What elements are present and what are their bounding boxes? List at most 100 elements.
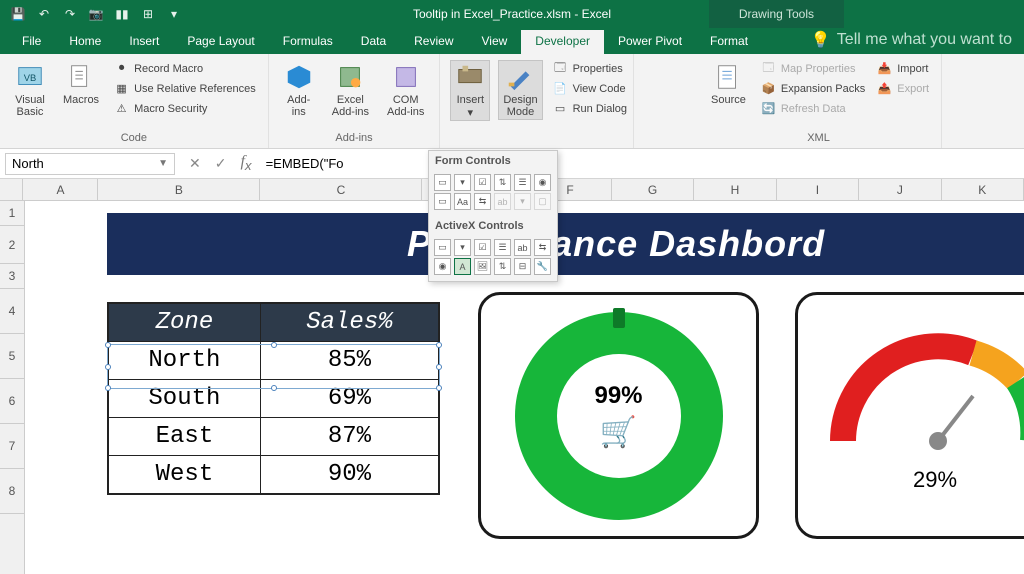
map-properties-button: 🗔Map Properties	[759, 60, 867, 77]
com-addins-label: COM Add-ins	[387, 94, 424, 118]
enter-formula-icon[interactable]: ✓	[215, 155, 227, 172]
ax-label-icon[interactable]: A	[454, 258, 471, 275]
selected-control-outline[interactable]	[107, 344, 440, 389]
insert-controls-button[interactable]: Insert▾	[450, 60, 490, 121]
form-option-icon[interactable]: ◉	[534, 174, 551, 191]
tab-format[interactable]: Format	[696, 30, 762, 54]
ax-checkbox-icon[interactable]: ☑	[474, 239, 491, 256]
ax-image-icon[interactable]: 🖼	[474, 258, 491, 275]
column-header[interactable]: G	[612, 179, 694, 200]
tell-me-label: Tell me what you want to	[837, 31, 1012, 49]
ax-textbox-icon[interactable]: ab	[514, 239, 531, 256]
row-header[interactable]: 7	[0, 424, 24, 469]
qat-dropdown-icon[interactable]: ▾	[166, 6, 182, 22]
table-header-zone: Zone	[108, 303, 260, 342]
run-dialog-button[interactable]: ▭Run Dialog	[551, 100, 629, 117]
form-group-icon[interactable]: ▭	[434, 193, 451, 210]
ax-button-icon[interactable]: ▭	[434, 239, 451, 256]
controls-icon[interactable]: ⊞	[140, 6, 156, 22]
column-header[interactable]: K	[942, 179, 1024, 200]
chart-icon[interactable]: ▮▮	[114, 6, 130, 22]
group-controls: Insert▾ Design Mode 🗔Properties 📄View Co…	[440, 54, 634, 148]
record-macro-label: Record Macro	[134, 63, 203, 75]
use-relative-label: Use Relative References	[134, 83, 256, 95]
run-dialog-icon: ▭	[553, 101, 568, 116]
form-label-icon[interactable]: Aa	[454, 193, 471, 210]
ax-combo-icon[interactable]: ▾	[454, 239, 471, 256]
expansion-packs-button[interactable]: 📦Expansion Packs	[759, 80, 867, 97]
tab-home[interactable]: Home	[55, 30, 115, 54]
formula-input[interactable]	[262, 153, 1024, 175]
tab-formulas[interactable]: Formulas	[269, 30, 347, 54]
row-header[interactable]: 4	[0, 289, 24, 334]
addins-button[interactable]: Add- ins	[279, 60, 319, 120]
ax-scroll-icon[interactable]: ⇆	[534, 239, 551, 256]
macro-security-button[interactable]: ⚠Macro Security	[112, 100, 258, 117]
row-header[interactable]: 2	[0, 226, 24, 264]
record-macro-button[interactable]: ⏺Record Macro	[112, 60, 258, 77]
form-frame-icon[interactable]: ▢	[534, 193, 551, 210]
fx-icon[interactable]: fx	[240, 153, 251, 173]
column-header[interactable]: J	[859, 179, 941, 200]
column-header[interactable]: A	[23, 179, 98, 200]
form-scroll-icon[interactable]: ⇆	[474, 193, 491, 210]
row-header[interactable]: 3	[0, 264, 24, 289]
row-header[interactable]: 5	[0, 334, 24, 379]
column-header[interactable]: H	[694, 179, 776, 200]
row-header[interactable]: 6	[0, 379, 24, 424]
design-mode-button[interactable]: Design Mode	[498, 60, 542, 120]
com-addins-button[interactable]: COM Add-ins	[382, 60, 429, 120]
column-header[interactable]: C	[260, 179, 422, 200]
tab-insert[interactable]: Insert	[115, 30, 173, 54]
source-button[interactable]: Source	[706, 60, 751, 108]
excel-addins-button[interactable]: Excel Add-ins	[327, 60, 374, 120]
ax-more-icon[interactable]: 🔧	[534, 258, 551, 275]
source-label: Source	[711, 94, 746, 106]
form-combo-icon[interactable]: ▾	[454, 174, 471, 191]
tab-data[interactable]: Data	[347, 30, 400, 54]
save-icon[interactable]: 💾	[10, 6, 26, 22]
view-code-button[interactable]: 📄View Code	[551, 80, 629, 97]
ax-toggle-icon[interactable]: ⊟	[514, 258, 531, 275]
row-header[interactable]: 8	[0, 469, 24, 514]
ax-spin-icon[interactable]: ⇅	[494, 258, 511, 275]
column-header[interactable]: I	[777, 179, 859, 200]
tab-power-pivot[interactable]: Power Pivot	[604, 30, 696, 54]
group-xml-label: XML	[706, 132, 931, 146]
use-relative-refs-button[interactable]: ▦Use Relative References	[112, 80, 258, 97]
column-header[interactable]: B	[98, 179, 260, 200]
tab-developer[interactable]: Developer	[521, 30, 604, 54]
ax-option-icon[interactable]: ◉	[434, 258, 451, 275]
tab-review[interactable]: Review	[400, 30, 467, 54]
ax-listbox-icon[interactable]: ☰	[494, 239, 511, 256]
import-button[interactable]: 📥Import	[875, 60, 931, 77]
macros-button[interactable]: Macros	[58, 60, 104, 108]
form-text-icon[interactable]: ab	[494, 193, 511, 210]
expansion-icon: 📦	[761, 81, 776, 96]
dashboard-banner: Performance Dashbord	[107, 213, 1024, 275]
export-label: Export	[897, 83, 929, 95]
name-box[interactable]: North ▼	[5, 153, 175, 175]
select-all-corner[interactable]	[0, 179, 23, 200]
visual-basic-label: Visual Basic	[15, 94, 45, 118]
donut-chart-card: 99% 🛒	[478, 292, 759, 539]
form-spin-icon[interactable]: ⇅	[494, 174, 511, 191]
form-combo2-icon[interactable]: ▾	[514, 193, 531, 210]
camera-icon[interactable]: 📷	[88, 6, 104, 22]
redo-icon[interactable]: ↷	[62, 6, 78, 22]
visual-basic-button[interactable]: VB Visual Basic	[10, 60, 50, 120]
form-button-icon[interactable]: ▭	[434, 174, 451, 191]
form-checkbox-icon[interactable]: ☑	[474, 174, 491, 191]
tab-file[interactable]: File	[8, 30, 55, 54]
refresh-data-button: 🔄Refresh Data	[759, 100, 867, 117]
row-header[interactable]: 1	[0, 201, 24, 226]
undo-icon[interactable]: ↶	[36, 6, 52, 22]
properties-button[interactable]: 🗔Properties	[551, 60, 629, 77]
tab-view[interactable]: View	[468, 30, 522, 54]
tab-page-layout[interactable]: Page Layout	[173, 30, 268, 54]
name-box-dropdown-icon[interactable]: ▼	[158, 158, 168, 169]
form-listbox-icon[interactable]: ☰	[514, 174, 531, 191]
tell-me-search[interactable]: 💡 Tell me what you want to	[799, 26, 1024, 54]
cancel-formula-icon[interactable]: ✕	[189, 155, 201, 172]
export-icon: 📤	[877, 81, 892, 96]
